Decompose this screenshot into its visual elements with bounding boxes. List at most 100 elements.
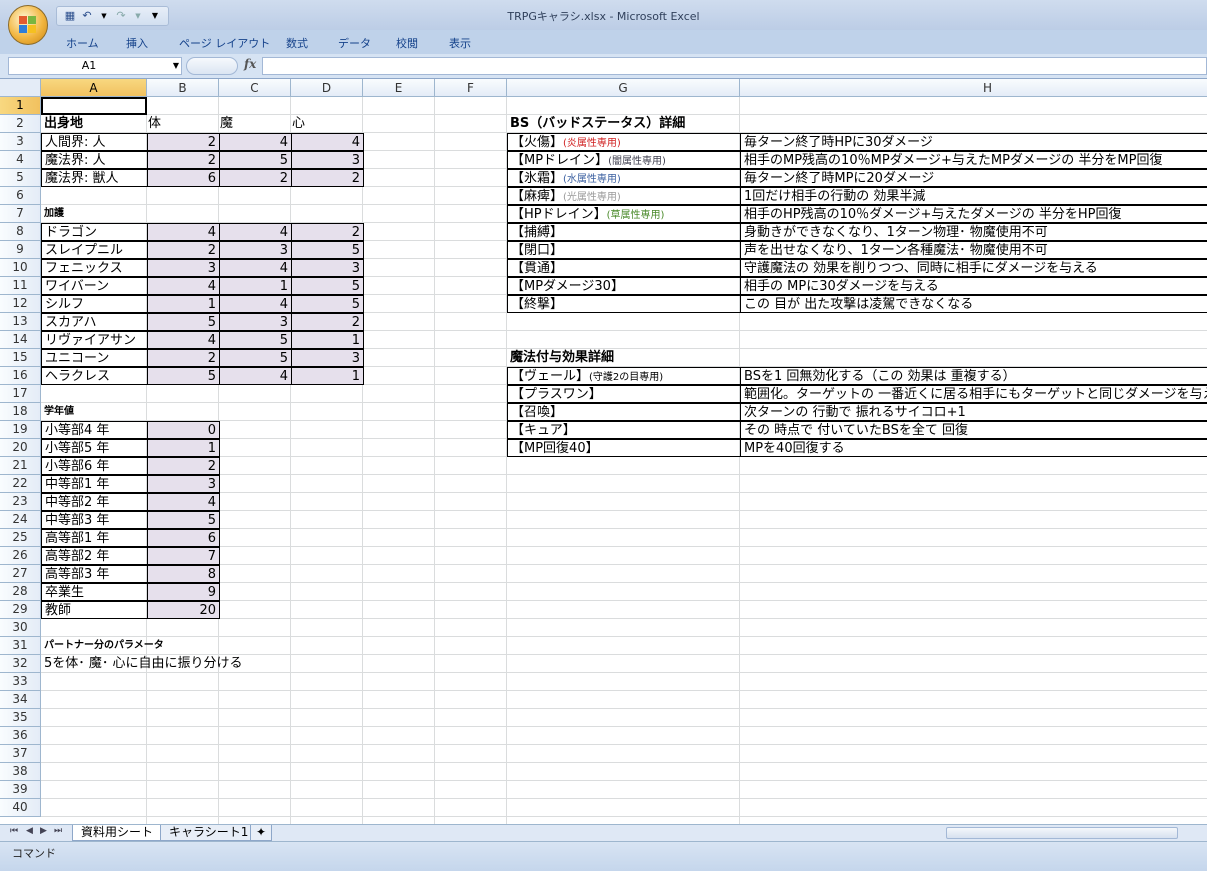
tab-view[interactable]: 表示 [449,35,471,51]
magic-name-cell[interactable]: 【キュア】 [507,421,741,439]
grade-value-cell[interactable]: 7 [147,547,220,565]
formula-input[interactable] [262,57,1207,75]
tab-data[interactable]: データ [338,35,371,51]
row-header-14[interactable]: 14 [0,331,41,349]
magic-name-cell[interactable]: 【召喚】 [507,403,741,421]
grade-name-cell[interactable]: 小等部5 年 [41,439,148,457]
bs-desc-cell[interactable]: 相手のHP残高の10％ダメージ+与えたダメージの 半分をHP回復 [740,205,1207,223]
stat-value-cell[interactable]: 5 [219,349,292,367]
office-button[interactable] [8,5,48,45]
blessing-name-cell[interactable]: スレイプニル [41,241,148,259]
first-sheet-icon[interactable]: ⏮ [10,826,18,836]
stat-value-cell[interactable]: 3 [219,241,292,259]
stat-value-cell[interactable]: 5 [291,295,364,313]
row-header-9[interactable]: 9 [0,241,41,259]
stat-value-cell[interactable]: 5 [219,331,292,349]
tab-review[interactable]: 校閲 [396,35,418,51]
bs-desc-cell[interactable]: 相手の MPに30ダメージを与える [740,277,1207,295]
tab-home[interactable]: ホーム [66,35,99,51]
bs-name-cell[interactable]: 【氷霜】(水属性専用) [507,169,741,187]
stat-value-cell[interactable]: 2 [291,223,364,241]
stat-value-cell[interactable]: 3 [291,151,364,169]
grade-value-cell[interactable]: 4 [147,493,220,511]
row-header-40[interactable]: 40 [0,799,41,817]
stat-header[interactable]: 体 [147,115,219,133]
column-header-d[interactable]: D [291,79,363,97]
row-header-19[interactable]: 19 [0,421,41,439]
stat-value-cell[interactable]: 3 [147,259,220,277]
stat-value-cell[interactable]: 5 [147,367,220,385]
row-header-11[interactable]: 11 [0,277,41,295]
stat-value-cell[interactable]: 4 [219,367,292,385]
bs-name-cell[interactable]: 【捕縛】 [507,223,741,241]
column-header-g[interactable]: G [507,79,740,97]
row-header-26[interactable]: 26 [0,547,41,565]
origin-name-cell[interactable]: 人間界: 人 [41,133,148,151]
grade-name-cell[interactable]: 中等部2 年 [41,493,148,511]
row-header-23[interactable]: 23 [0,493,41,511]
grade-name-cell[interactable]: 高等部1 年 [41,529,148,547]
formula-bar-resize-handle[interactable] [186,57,238,75]
stat-value-cell[interactable]: 4 [147,331,220,349]
bs-name-cell[interactable]: 【麻痺】(光属性専用) [507,187,741,205]
next-sheet-icon[interactable]: ▶ [40,826,47,836]
bs-desc-cell[interactable]: 毎ターン終了時HPに30ダメージ [740,133,1207,151]
magic-desc-cell[interactable]: MPを40回復する [740,439,1207,457]
grade-name-cell[interactable]: 高等部3 年 [41,565,148,583]
bs-desc-cell[interactable]: 身動きができなくなり、1ターン物理･ 物魔使用不可 [740,223,1207,241]
column-header-a[interactable]: A [41,79,147,97]
stat-value-cell[interactable]: 1 [291,331,364,349]
magic-name-cell[interactable]: 【MP回復40】 [507,439,741,457]
row-header-1[interactable]: 1 [0,97,41,115]
blessing-name-cell[interactable]: ドラゴン [41,223,148,241]
stat-value-cell[interactable]: 4 [291,133,364,151]
stat-value-cell[interactable]: 2 [291,313,364,331]
bs-name-cell[interactable]: 【HPドレイン】(草属性専用) [507,205,741,223]
magic-header[interactable]: 魔法付与効果詳細 [507,349,807,367]
grade-name-cell[interactable]: 中等部3 年 [41,511,148,529]
stat-value-cell[interactable]: 3 [291,349,364,367]
blessing-name-cell[interactable]: ワイバーン [41,277,148,295]
insert-function-button[interactable]: fx [244,57,256,71]
grade-name-cell[interactable]: 高等部2 年 [41,547,148,565]
stat-value-cell[interactable]: 2 [147,151,220,169]
bs-desc-cell[interactable]: 毎ターン終了時MPに20ダメージ [740,169,1207,187]
row-header-21[interactable]: 21 [0,457,41,475]
row-header-34[interactable]: 34 [0,691,41,709]
row-header-7[interactable]: 7 [0,205,41,223]
bs-name-cell[interactable]: 【MPドレイン】(闇属性専用) [507,151,741,169]
grade-value-cell[interactable]: 5 [147,511,220,529]
blessing-name-cell[interactable]: スカアハ [41,313,148,331]
stat-value-cell[interactable]: 2 [147,349,220,367]
tab-formulas[interactable]: 数式 [286,35,308,51]
chevron-down-icon[interactable]: ▼ [173,58,179,74]
magic-name-cell[interactable]: 【プラスワン】 [507,385,741,403]
column-header-f[interactable]: F [435,79,507,97]
partner-header[interactable]: パートナー分のパラメータ [41,637,341,655]
row-header-37[interactable]: 37 [0,745,41,763]
bs-header[interactable]: BS（バッドステータス）詳細 [507,115,807,133]
row-header-10[interactable]: 10 [0,259,41,277]
row-header-33[interactable]: 33 [0,673,41,691]
grade-value-cell[interactable]: 8 [147,565,220,583]
column-header-e[interactable]: E [363,79,435,97]
origin-name-cell[interactable]: 魔法界: 人 [41,151,148,169]
grade-name-cell[interactable]: 小等部4 年 [41,421,148,439]
magic-desc-cell[interactable]: その 時点で 付いていたBSを全て 回復 [740,421,1207,439]
grade-value-cell[interactable]: 1 [147,439,220,457]
column-header-h[interactable]: H [740,79,1207,97]
origin-header[interactable]: 出身地 [41,115,147,133]
stat-value-cell[interactable]: 5 [291,241,364,259]
bs-name-cell[interactable]: 【貫通】 [507,259,741,277]
row-header-32[interactable]: 32 [0,655,41,673]
row-header-2[interactable]: 2 [0,115,41,133]
tab-page-layout[interactable]: ページ レイアウト [179,35,270,51]
grade-value-cell[interactable]: 0 [147,421,220,439]
tab-insert[interactable]: 挿入 [126,35,148,51]
stat-value-cell[interactable]: 4 [219,133,292,151]
stat-value-cell[interactable]: 4 [219,259,292,277]
magic-desc-cell[interactable]: 次ターンの 行動で 振れるサイコロ+1 [740,403,1207,421]
stat-value-cell[interactable]: 2 [147,241,220,259]
horizontal-scrollbar[interactable] [924,827,1207,839]
worksheet-grid[interactable]: ABCDEFGHI1234567891011121314151617181920… [0,79,1207,824]
